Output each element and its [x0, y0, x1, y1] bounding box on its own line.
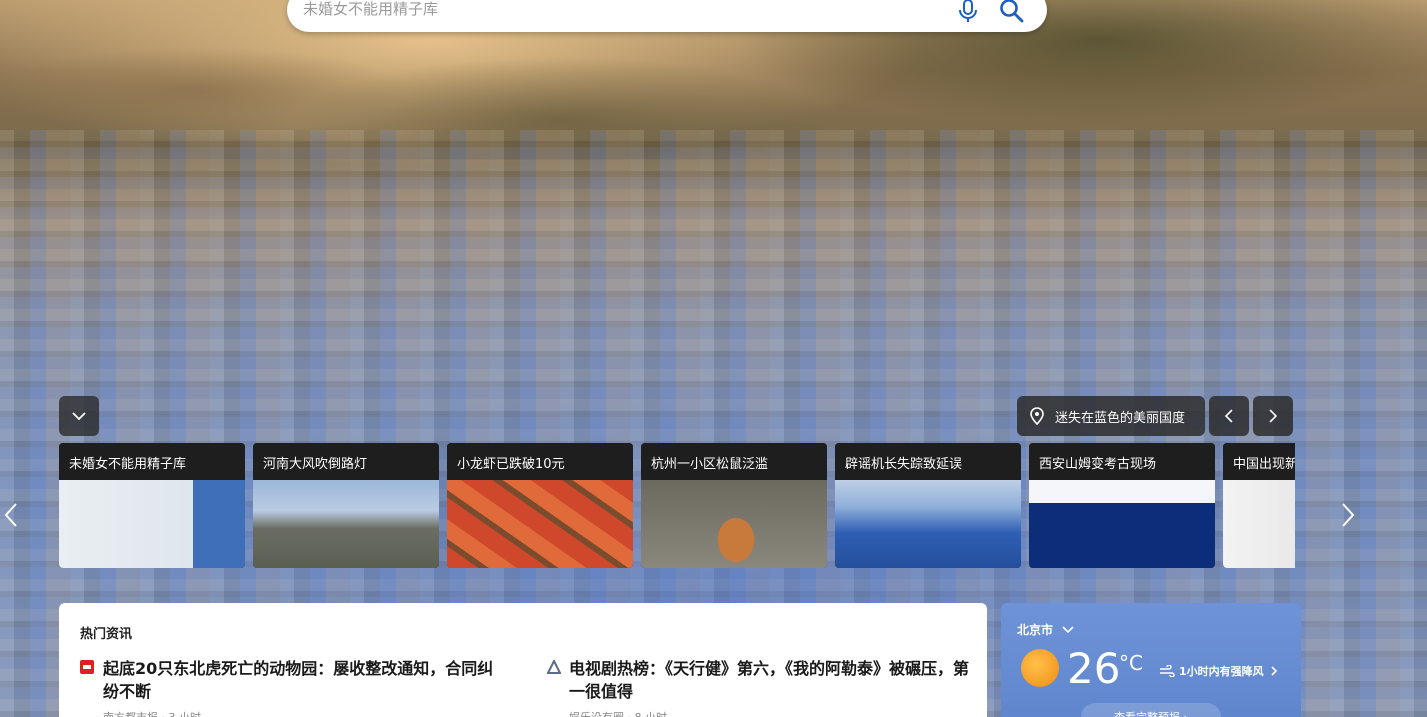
- microphone-icon[interactable]: [957, 0, 979, 24]
- carousel-left-arrow-icon[interactable]: [2, 500, 22, 530]
- trending-card-caption: 河南大风吹倒路灯: [253, 443, 439, 480]
- trending-card-image: [1223, 480, 1295, 568]
- previous-image-button[interactable]: [1209, 396, 1249, 436]
- weather-temperature-unit: °C: [1119, 651, 1143, 675]
- trending-card-caption: 小龙虾已跌破10元: [447, 443, 633, 480]
- trending-card-caption: 辟谣机长失踪致延误: [835, 443, 1021, 480]
- trending-card[interactable]: 河南大风吹倒路灯: [253, 443, 439, 568]
- image-location-label: 迷失在蓝色的美丽国度: [1055, 410, 1186, 426]
- trending-card[interactable]: 杭州一小区松鼠泛滥: [641, 443, 827, 568]
- trending-card-image: [1029, 480, 1215, 568]
- news-item-source: 南方都市报 · 3 小时: [103, 709, 503, 717]
- weather-alert[interactable]: 1小时内有强降风: [1159, 663, 1278, 679]
- sunny-weather-icon: [1021, 649, 1059, 687]
- full-forecast-button[interactable]: 查看完整预报 ›: [1081, 703, 1221, 717]
- trending-card[interactable]: 辟谣机长失踪致延误: [835, 443, 1021, 568]
- news-item[interactable]: 电视剧热榜：《天行健》第六，《我的阿勒泰》被碾压，第一很值得 娱乐没有圈 · 8…: [569, 657, 969, 717]
- trending-card[interactable]: 未婚女不能用精子库: [59, 443, 245, 568]
- trending-card-image: [835, 480, 1021, 568]
- chevron-right-icon: [1269, 409, 1278, 423]
- chevron-left-icon: [1224, 409, 1233, 423]
- chevron-down-icon: [1062, 625, 1074, 633]
- chevron-right-icon: [1271, 666, 1277, 676]
- image-location-button[interactable]: 迷失在蓝色的美丽国度: [1017, 396, 1205, 436]
- trending-card-image: [447, 480, 633, 568]
- hot-news-heading: 热门资讯: [80, 627, 133, 642]
- chevron-down-icon: [72, 412, 86, 421]
- trending-card[interactable]: 小龙虾已跌破10元: [447, 443, 633, 568]
- news-item-title[interactable]: 电视剧热榜：《天行健》第六，《我的阿勒泰》被碾压，第一很值得: [569, 657, 969, 703]
- trending-card-caption: 杭州一小区松鼠泛滥: [641, 443, 827, 480]
- carousel-right-arrow-icon[interactable]: [1337, 500, 1357, 530]
- search-bar[interactable]: 未婚女不能用精子库: [287, 0, 1047, 32]
- trending-card[interactable]: 中国出现新: [1223, 443, 1295, 568]
- news-item[interactable]: 起底20只东北虎死亡的动物园：屡收整改通知，合同纠纷不断 南方都市报 · 3 小…: [103, 657, 503, 717]
- collapse-button[interactable]: [59, 396, 99, 436]
- weather-widget[interactable]: 北京市 26 °C 1小时内有强降风 查看完整预报 ›: [1001, 603, 1301, 717]
- trending-card[interactable]: 西安山姆变考古现场: [1029, 443, 1215, 568]
- location-pin-icon: [1030, 407, 1044, 425]
- news-item-source: 娱乐没有圈 · 8 小时: [569, 709, 969, 717]
- wind-icon: [1160, 665, 1175, 677]
- hot-news-panel: 热门资讯 起底20只东北虎死亡的动物园：屡收整改通知，合同纠纷不断 南方都市报 …: [59, 603, 987, 717]
- news-item-title[interactable]: 起底20只东北虎死亡的动物园：屡收整改通知，合同纠纷不断: [103, 657, 503, 703]
- news-source-logo-icon: [80, 660, 94, 674]
- trending-card-image: [59, 480, 245, 568]
- news-source-logo-icon: [547, 660, 561, 674]
- search-input[interactable]: 未婚女不能用精子库: [303, 0, 438, 19]
- weather-city-selector[interactable]: 北京市: [1017, 621, 1075, 638]
- weather-temperature: 26: [1067, 644, 1121, 693]
- weather-city-label: 北京市: [1017, 623, 1054, 637]
- weather-alert-label: 1小时内有强降风: [1179, 665, 1264, 678]
- trending-card-caption: 西安山姆变考古现场: [1029, 443, 1215, 480]
- trending-card-caption: 中国出现新: [1223, 443, 1295, 480]
- trending-card-image: [253, 480, 439, 568]
- search-icon[interactable]: [999, 0, 1025, 24]
- next-image-button[interactable]: [1253, 396, 1293, 436]
- trending-carousel: 未婚女不能用精子库 河南大风吹倒路灯 小龙虾已跌破10元 杭州一小区松鼠泛滥 辟…: [59, 443, 1295, 568]
- trending-card-caption: 未婚女不能用精子库: [59, 443, 245, 480]
- trending-card-image: [641, 480, 827, 568]
